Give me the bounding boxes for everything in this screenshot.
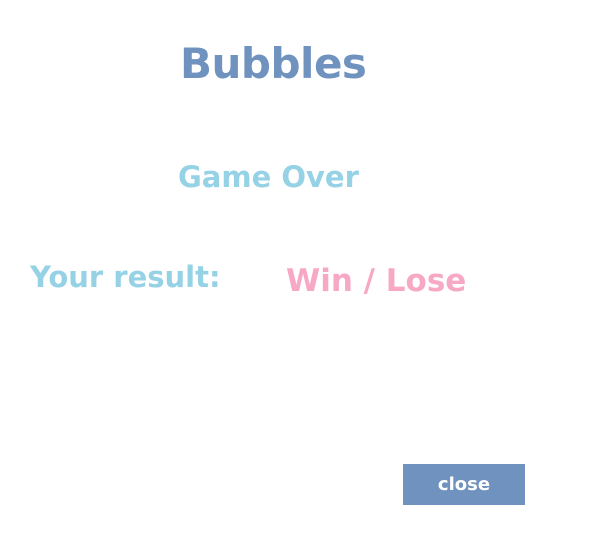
game-over-screen: Bubbles Game Over Your result: Win / Los…	[0, 0, 590, 554]
game-over-heading: Game Over	[178, 160, 359, 194]
result-value: Win / Lose	[286, 263, 467, 299]
result-label: Your result:	[30, 260, 221, 294]
close-button[interactable]: close	[403, 464, 525, 505]
game-title: Bubbles	[180, 39, 367, 88]
